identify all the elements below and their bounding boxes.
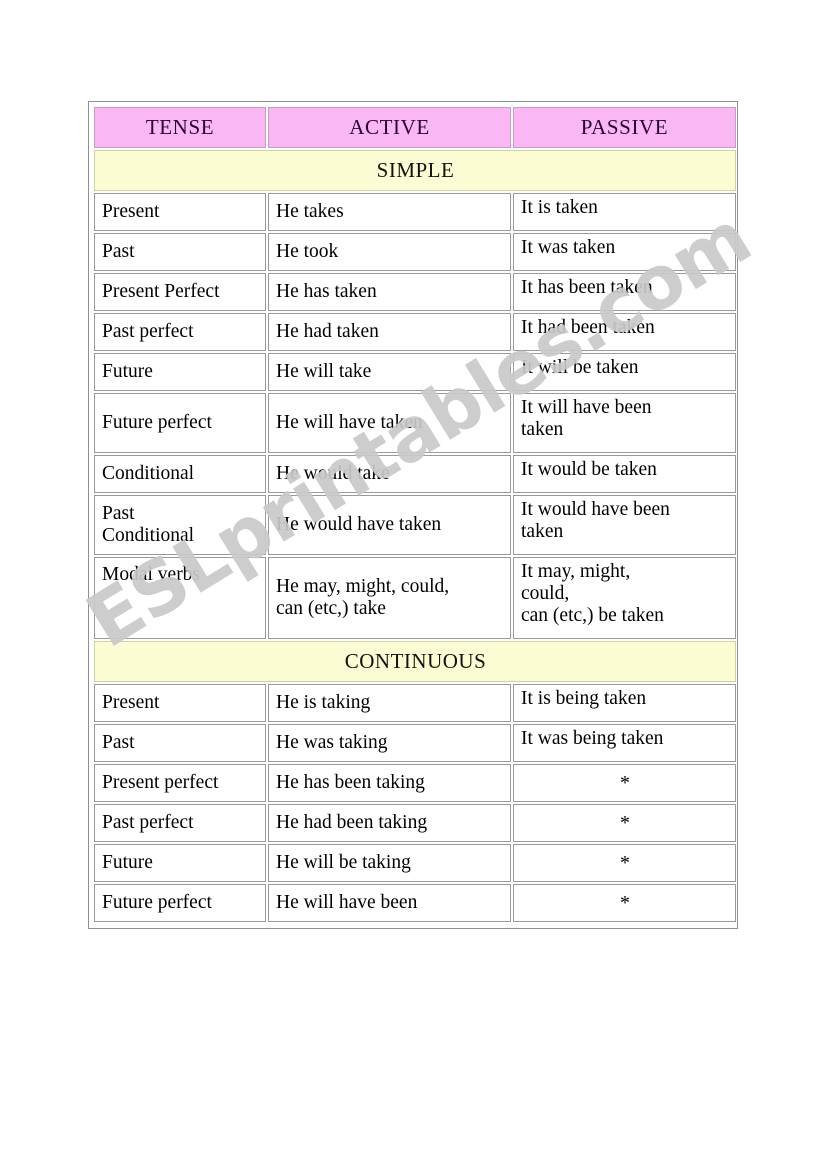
table-row: Past He took It was taken [94, 233, 736, 271]
section-title-simple: SIMPLE [94, 150, 736, 191]
cell-active: He was taking [268, 724, 511, 762]
cell-passive-line-2: taken [521, 419, 564, 441]
cell-active: He took [268, 233, 511, 271]
cell-active: He would have taken [268, 495, 511, 555]
cell-active: He may, might, could, can (etc,) take [268, 557, 511, 639]
cell-passive-line-1: It will have been [521, 397, 652, 418]
cell-active-line-2: can (etc,) take [276, 598, 386, 619]
table-row: Past perfect He had taken It had been ta… [94, 313, 736, 351]
column-header-active: ACTIVE [268, 107, 511, 148]
cell-tense: Future perfect [94, 884, 266, 922]
section-banner-row-continuous: CONTINUOUS [94, 641, 736, 682]
cell-passive-asterisk: * [513, 804, 736, 842]
table-row: Future He will be taking * [94, 844, 736, 882]
cell-tense: Present [94, 684, 266, 722]
table-row: Present Perfect He has taken It has been… [94, 273, 736, 311]
cell-active: He had been taking [268, 804, 511, 842]
cell-tense: Present perfect [94, 764, 266, 802]
cell-passive-asterisk: * [513, 884, 736, 922]
cell-tense: Past Conditional [94, 495, 266, 555]
cell-active: He would take [268, 455, 511, 493]
cell-tense: Future perfect [94, 393, 266, 453]
cell-passive-line-1: It may, might, [521, 561, 631, 582]
cell-active: He had taken [268, 313, 511, 351]
table-row: Future perfect He will have been * [94, 884, 736, 922]
cell-passive: It is being taken [513, 684, 736, 722]
cell-tense: Future [94, 353, 266, 391]
cell-active-line-1: He may, might, could, [276, 575, 450, 597]
cell-tense: Conditional [94, 455, 266, 493]
cell-tense: Past [94, 233, 266, 271]
cell-tense: Past perfect [94, 804, 266, 842]
cell-tense: Past perfect [94, 313, 266, 351]
cell-tense: Present Perfect [94, 273, 266, 311]
cell-tense-line-2: Conditional [102, 525, 195, 546]
table-header-row: TENSE ACTIVE PASSIVE [94, 107, 736, 148]
section-banner-row-simple: SIMPLE [94, 150, 736, 191]
table-row: Modal verbs He may, might, could, can (e… [94, 557, 736, 639]
column-header-tense: TENSE [94, 107, 266, 148]
cell-passive: It was being taken [513, 724, 736, 762]
cell-passive: It is taken [513, 193, 736, 231]
cell-passive-asterisk: * [513, 764, 736, 802]
cell-active: He will have taken [268, 393, 511, 453]
cell-passive: It may, might, could, can (etc,) be take… [513, 557, 736, 639]
cell-active: He has been taking [268, 764, 511, 802]
cell-passive: It would be taken [513, 455, 736, 493]
cell-tense: Present [94, 193, 266, 231]
cell-passive-line-1: It would have been [521, 499, 670, 520]
cell-active: He has taken [268, 273, 511, 311]
cell-tense: Modal verbs [94, 557, 266, 639]
cell-active: He will take [268, 353, 511, 391]
cell-passive: It has been taken [513, 273, 736, 311]
cell-passive-line-2: could, [521, 583, 570, 605]
table-row: Conditional He would take It would be ta… [94, 455, 736, 493]
table-row: Future He will take It will be taken [94, 353, 736, 391]
cell-active: He takes [268, 193, 511, 231]
cell-active: He will have been [268, 884, 511, 922]
cell-passive: It was taken [513, 233, 736, 271]
cell-passive-asterisk: * [513, 844, 736, 882]
cell-passive: It will be taken [513, 353, 736, 391]
table-row: Future perfect He will have taken It wil… [94, 393, 736, 453]
cell-passive: It will have been taken [513, 393, 736, 453]
cell-passive-line-3: can (etc,) be taken [521, 605, 664, 627]
table-row: Present perfect He has been taking * [94, 764, 736, 802]
cell-tense: Future [94, 844, 266, 882]
table-row: Present He takes It is taken [94, 193, 736, 231]
active-passive-voice-table: TENSE ACTIVE PASSIVE SIMPLE Present He t… [88, 101, 738, 929]
cell-active: He is taking [268, 684, 511, 722]
cell-active: He will be taking [268, 844, 511, 882]
table-row: Present He is taking It is being taken [94, 684, 736, 722]
cell-passive: It had been taken [513, 313, 736, 351]
cell-tense-line-1: Past [102, 502, 135, 524]
voice-table-grid: TENSE ACTIVE PASSIVE SIMPLE Present He t… [92, 105, 738, 924]
table-row: Past Conditional He would have taken It … [94, 495, 736, 555]
cell-passive-line-2: taken [521, 521, 564, 543]
section-title-continuous: CONTINUOUS [94, 641, 736, 682]
cell-tense: Past [94, 724, 266, 762]
cell-passive: It would have been taken [513, 495, 736, 555]
table-row: Past perfect He had been taking * [94, 804, 736, 842]
worksheet-page: TENSE ACTIVE PASSIVE SIMPLE Present He t… [0, 0, 821, 1169]
table-row: Past He was taking It was being taken [94, 724, 736, 762]
column-header-passive: PASSIVE [513, 107, 736, 148]
